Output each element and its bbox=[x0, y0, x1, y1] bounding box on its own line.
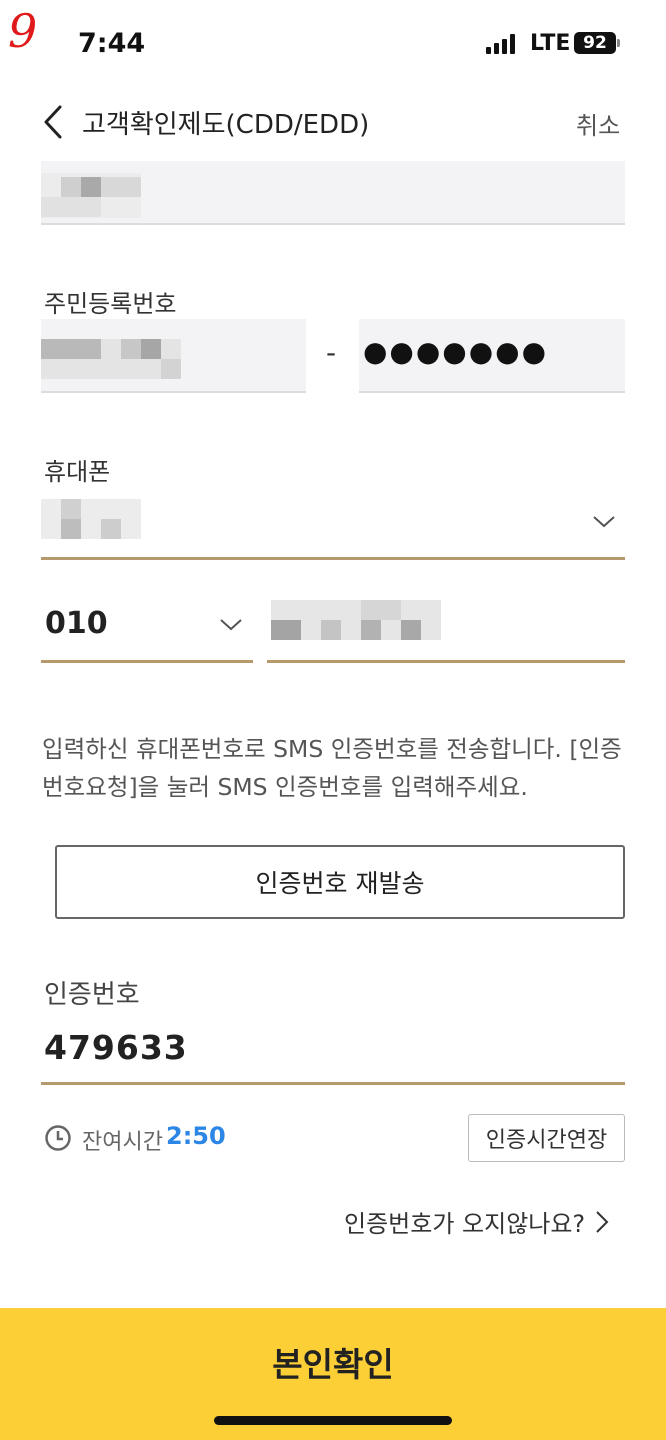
carrier-select-underline bbox=[41, 557, 625, 560]
resident-back-underline bbox=[359, 391, 625, 393]
battery-icon: 92 bbox=[574, 32, 616, 54]
phone-prefix-value: 010 bbox=[45, 606, 108, 641]
phone-label: 휴대폰 bbox=[44, 458, 111, 486]
chevron-down-icon bbox=[593, 516, 615, 528]
resident-number-label: 주민등록번호 bbox=[44, 290, 177, 318]
masked-pixel bbox=[61, 519, 81, 539]
name-field-underline bbox=[41, 223, 625, 225]
status-time: 7:44 bbox=[78, 28, 146, 59]
code-not-received-link[interactable]: 인증번호가 오지않나요? bbox=[344, 1204, 609, 1239]
code-not-received-label: 인증번호가 오지않나요? bbox=[344, 1210, 586, 1238]
resident-number-front-field[interactable] bbox=[41, 319, 306, 391]
masked-pixel bbox=[61, 177, 81, 197]
sms-notice-text: 입력하신 휴대폰번호로 SMS 인증번호를 전송합니다. [인증번호요청]을 눌… bbox=[42, 735, 622, 801]
carrier-select[interactable] bbox=[41, 495, 625, 557]
masked-pixel bbox=[361, 620, 381, 640]
signal-icon bbox=[486, 34, 518, 54]
resident-number-separator: - bbox=[326, 336, 337, 369]
chevron-down-icon bbox=[220, 619, 242, 631]
clock-icon bbox=[45, 1125, 71, 1151]
battery-nub bbox=[617, 39, 620, 47]
verification-code-label: 인증번호 bbox=[44, 980, 140, 1010]
masked-pixel bbox=[321, 620, 341, 640]
masked-pixel bbox=[41, 197, 101, 217]
verification-code-underline bbox=[41, 1082, 625, 1085]
chevron-right-icon bbox=[596, 1210, 609, 1233]
masked-pixel bbox=[41, 339, 101, 359]
page-title: 고객확인제도(CDD/EDD) bbox=[82, 110, 370, 140]
remaining-time-value: 2:50 bbox=[166, 1122, 226, 1150]
remaining-time-label: 잔여시간 bbox=[82, 1130, 163, 1155]
masked-pixel bbox=[41, 499, 141, 539]
masked-pixel bbox=[101, 177, 141, 197]
extend-time-button[interactable]: 인증시간연장 bbox=[468, 1114, 625, 1162]
masked-pixel bbox=[401, 620, 421, 640]
resident-front-underline bbox=[41, 391, 306, 393]
masked-pixel bbox=[121, 339, 141, 359]
back-chevron-icon[interactable] bbox=[40, 104, 70, 140]
masked-digits: ●●●●●●● bbox=[363, 335, 549, 368]
masked-pixel bbox=[271, 620, 301, 640]
cancel-button[interactable]: 취소 bbox=[576, 106, 620, 141]
masked-pixel bbox=[161, 359, 181, 379]
phone-prefix-underline bbox=[41, 660, 253, 663]
home-indicator bbox=[214, 1416, 452, 1425]
masked-pixel bbox=[101, 519, 121, 539]
network-type: LTE bbox=[530, 31, 571, 56]
masked-pixel bbox=[81, 177, 101, 197]
masked-pixel bbox=[61, 499, 81, 519]
resend-code-button[interactable]: 인증번호 재발송 bbox=[55, 845, 625, 919]
annotation-mark: 9 bbox=[8, 4, 38, 58]
verification-code-input[interactable]: 479633 bbox=[44, 1028, 188, 1067]
resident-number-back-field[interactable]: ●●●●●●● bbox=[359, 319, 625, 391]
phone-prefix-select[interactable]: 010 bbox=[41, 598, 253, 660]
phone-number-underline bbox=[267, 660, 625, 663]
masked-pixel bbox=[141, 339, 161, 359]
masked-pixel bbox=[361, 600, 401, 620]
name-field[interactable] bbox=[41, 161, 625, 223]
phone-number-field[interactable] bbox=[267, 598, 625, 660]
identity-confirm-label: 본인확인 bbox=[272, 1345, 394, 1384]
